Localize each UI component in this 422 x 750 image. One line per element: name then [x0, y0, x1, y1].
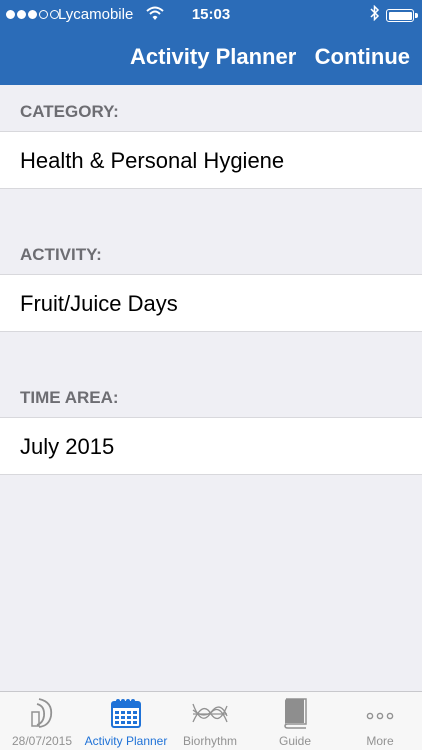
tab-date-label: 28/07/2015	[11, 734, 73, 748]
header: Lycamobile 15:03 Activity Planner Contin…	[0, 0, 422, 85]
status-time: 15:03	[191, 6, 231, 23]
category-value: Health & Personal Hygiene	[20, 148, 285, 173]
category-cell[interactable]: Health & Personal Hygiene	[0, 131, 422, 189]
moon-phase-icon	[31, 698, 53, 728]
time-area-value: July 2015	[20, 434, 115, 459]
activity-value: Fruit/Juice Days	[20, 291, 178, 316]
screen: Lycamobile 15:03 Activity Planner Contin…	[0, 0, 422, 750]
tab-activity-planner[interactable]: Activity Planner	[84, 692, 168, 750]
book-icon	[284, 698, 307, 729]
tab-bar: 28/07/2015 Activity Planner Biorhythm Gu…	[0, 691, 422, 750]
tab-more[interactable]: More	[338, 692, 422, 750]
category-label: CATEGORY:	[20, 102, 119, 121]
navigation-bar: Activity Planner Continue	[0, 30, 422, 85]
time-area-label: TIME AREA:	[20, 388, 119, 407]
tab-activity-planner-label: Activity Planner	[84, 734, 168, 748]
calendar-icon	[111, 699, 141, 728]
bluetooth-icon	[370, 4, 380, 25]
activity-cell[interactable]: Fruit/Juice Days	[0, 274, 422, 332]
page-title: Activity Planner	[130, 44, 297, 69]
battery-icon	[386, 9, 418, 22]
status-bar: Lycamobile 15:03	[0, 0, 422, 30]
tab-guide-label: Guide	[278, 734, 312, 748]
continue-button[interactable]: Continue	[315, 44, 410, 70]
tab-biorhythm[interactable]: Biorhythm	[168, 692, 252, 750]
tab-biorhythm-label: Biorhythm	[182, 734, 238, 748]
time-area-cell[interactable]: July 2015	[0, 417, 422, 475]
activity-label: ACTIVITY:	[20, 245, 102, 264]
tab-more-label: More	[366, 734, 394, 748]
biorhythm-chart-icon	[192, 703, 228, 723]
more-dots-icon	[366, 712, 394, 720]
tab-date[interactable]: 28/07/2015	[0, 692, 84, 750]
tab-guide[interactable]: Guide	[253, 692, 337, 750]
